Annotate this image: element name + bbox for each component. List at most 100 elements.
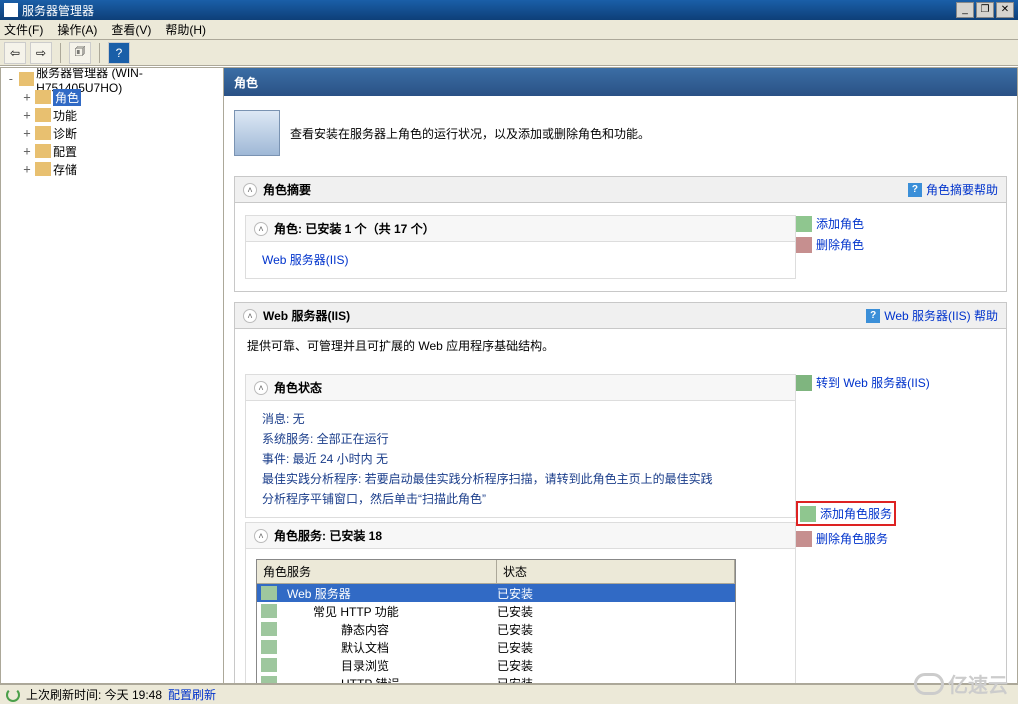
tree-label: 存储 xyxy=(53,161,77,178)
link-label: 添加角色服务 xyxy=(820,505,892,522)
service-state: 已安装 xyxy=(497,585,735,602)
section-title: Web 服务器(IIS) xyxy=(263,307,350,324)
tree-item-features[interactable]: + 功能 xyxy=(1,106,223,124)
table-row[interactable]: 静态内容已安装 xyxy=(257,620,735,638)
table-row[interactable]: 常见 HTTP 功能已安装 xyxy=(257,602,735,620)
subsection-header[interactable]: ˄ 角色服务: 已安装 18 xyxy=(246,523,795,549)
table-header: 角色服务 状态 xyxy=(257,560,735,584)
expander-icon[interactable]: + xyxy=(21,162,33,176)
app-icon xyxy=(4,3,18,17)
expander-icon[interactable]: + xyxy=(21,126,33,140)
service-state: 已安装 xyxy=(497,603,735,620)
table-row[interactable]: 默认文档已安装 xyxy=(257,638,735,656)
help-button[interactable]: ? xyxy=(108,42,130,64)
table-row[interactable]: HTTP 错误已安装 xyxy=(257,674,735,684)
status-bpa: 最佳实践分析程序: 若要启动最佳实践分析程序扫描，请转到此角色主页上的最佳实践分… xyxy=(262,469,722,509)
iis-help-link[interactable]: ? Web 服务器(IIS) 帮助 xyxy=(866,307,998,324)
roles-summary-help-link[interactable]: ? 角色摘要帮助 xyxy=(908,181,998,198)
iis-description: 提供可靠、可管理并且可扩展的 Web 应用程序基础结构。 xyxy=(235,329,1006,362)
add-role-link[interactable]: 添加角色 xyxy=(796,215,996,232)
subsection-header[interactable]: ˄ 角色状态 xyxy=(246,375,795,401)
tree-item-diagnostics[interactable]: + 诊断 xyxy=(1,124,223,142)
service-name: 常见 HTTP 功能 xyxy=(281,603,497,620)
collapse-icon[interactable]: ˄ xyxy=(254,381,268,395)
service-icon xyxy=(261,658,277,672)
service-name: HTTP 错误 xyxy=(281,675,497,685)
config-icon xyxy=(35,144,51,158)
intro-text: 查看安装在服务器上角色的运行状况，以及添加或删除角色和功能。 xyxy=(290,125,650,142)
col-state[interactable]: 状态 xyxy=(497,560,735,583)
remove-role-service-link[interactable]: 删除角色服务 xyxy=(796,530,996,547)
content-header: 角色 xyxy=(224,68,1017,96)
collapse-icon[interactable]: ˄ xyxy=(243,183,257,197)
subsection-header[interactable]: ˄ 角色: 已安装 1 个（共 17 个） xyxy=(246,216,795,242)
configure-refresh-link[interactable]: 配置刷新 xyxy=(168,686,216,703)
minimize-button[interactable]: _ xyxy=(956,2,974,18)
col-name[interactable]: 角色服务 xyxy=(257,560,497,583)
tree-label: 配置 xyxy=(53,143,77,160)
link-label: 删除角色 xyxy=(816,236,864,253)
remove-role-link[interactable]: 删除角色 xyxy=(796,236,996,253)
goto-iis-link[interactable]: 转到 Web 服务器(IIS) xyxy=(796,374,996,391)
section-header[interactable]: ˄ 角色摘要 ? 角色摘要帮助 xyxy=(235,177,1006,203)
help-icon: ? xyxy=(908,183,922,197)
intro-block: 查看安装在服务器上角色的运行状况，以及添加或删除角色和功能。 xyxy=(224,96,1017,170)
status-services: 系统服务: 全部正在运行 xyxy=(262,429,779,449)
expander-icon[interactable]: + xyxy=(21,108,33,122)
menu-help[interactable]: 帮助(H) xyxy=(165,21,206,38)
tree-item-storage[interactable]: + 存储 xyxy=(1,160,223,178)
link-label: 删除角色服务 xyxy=(816,530,888,547)
tree-label: 角色 xyxy=(53,89,81,106)
link-label: 转到 Web 服务器(IIS) xyxy=(816,374,930,391)
service-state: 已安装 xyxy=(497,675,735,685)
table-row[interactable]: Web 服务器已安装 xyxy=(257,584,735,602)
service-icon xyxy=(261,604,277,618)
iis-section: ˄ Web 服务器(IIS) ? Web 服务器(IIS) 帮助 提供可靠、可管… xyxy=(234,302,1007,684)
service-name: 静态内容 xyxy=(281,621,497,638)
properties-button[interactable]: 🗊 xyxy=(69,42,91,64)
roles-count: 角色: 已安装 1 个（共 17 个） xyxy=(274,220,435,237)
svc-title: 角色服务: 已安装 18 xyxy=(274,527,382,544)
expander-icon[interactable]: - xyxy=(5,72,17,86)
features-icon xyxy=(35,108,51,122)
status-title: 角色状态 xyxy=(274,379,322,396)
service-name: 目录浏览 xyxy=(281,657,497,674)
role-status-subsection: ˄ 角色状态 消息: 无 系统服务: 全部正在运行 事件: 最近 24 小时内 … xyxy=(245,374,796,518)
maximize-button[interactable]: ❐ xyxy=(976,2,994,18)
collapse-icon[interactable]: ˄ xyxy=(254,222,268,236)
titlebar: 服务器管理器 _ ❐ ✕ xyxy=(0,0,1018,20)
back-button[interactable]: ⇦ xyxy=(4,42,26,64)
installed-roles-subsection: ˄ 角色: 已安装 1 个（共 17 个） Web 服务器(IIS) xyxy=(245,215,796,279)
remove-icon xyxy=(796,531,812,547)
close-button[interactable]: ✕ xyxy=(996,2,1014,18)
expander-icon[interactable]: + xyxy=(21,90,33,104)
add-icon xyxy=(800,506,816,522)
service-icon xyxy=(261,640,277,654)
help-icon: ? xyxy=(866,309,880,323)
collapse-icon[interactable]: ˄ xyxy=(254,529,268,543)
table-row[interactable]: 目录浏览已安装 xyxy=(257,656,735,674)
menu-file[interactable]: 文件(F) xyxy=(4,21,43,38)
section-header[interactable]: ˄ Web 服务器(IIS) ? Web 服务器(IIS) 帮助 xyxy=(235,303,1006,329)
service-state: 已安装 xyxy=(497,639,735,656)
diagnostics-icon xyxy=(35,126,51,140)
menu-view[interactable]: 查看(V) xyxy=(111,21,151,38)
expander-icon[interactable]: + xyxy=(21,144,33,158)
tree-label: 诊断 xyxy=(53,125,77,142)
service-icon xyxy=(261,586,277,600)
add-role-service-link[interactable]: 添加角色服务 xyxy=(800,505,892,522)
tree-item-config[interactable]: + 配置 xyxy=(1,142,223,160)
toolbar: ⇦ ⇨ 🗊 ? xyxy=(0,40,1018,66)
menu-action[interactable]: 操作(A) xyxy=(57,21,97,38)
server-icon xyxy=(19,72,35,86)
collapse-icon[interactable]: ˄ xyxy=(243,309,257,323)
iis-role-link[interactable]: Web 服务器(IIS) xyxy=(262,253,348,267)
menubar: 文件(F) 操作(A) 查看(V) 帮助(H) xyxy=(0,20,1018,40)
forward-button[interactable]: ⇨ xyxy=(30,42,52,64)
refresh-icon xyxy=(6,688,20,702)
tree-root[interactable]: - 服务器管理器 (WIN-H751405U7HO) xyxy=(1,70,223,88)
window-title: 服务器管理器 xyxy=(22,2,94,19)
roles-icon xyxy=(35,90,51,104)
help-text: 角色摘要帮助 xyxy=(926,181,998,198)
link-label: 添加角色 xyxy=(816,215,864,232)
